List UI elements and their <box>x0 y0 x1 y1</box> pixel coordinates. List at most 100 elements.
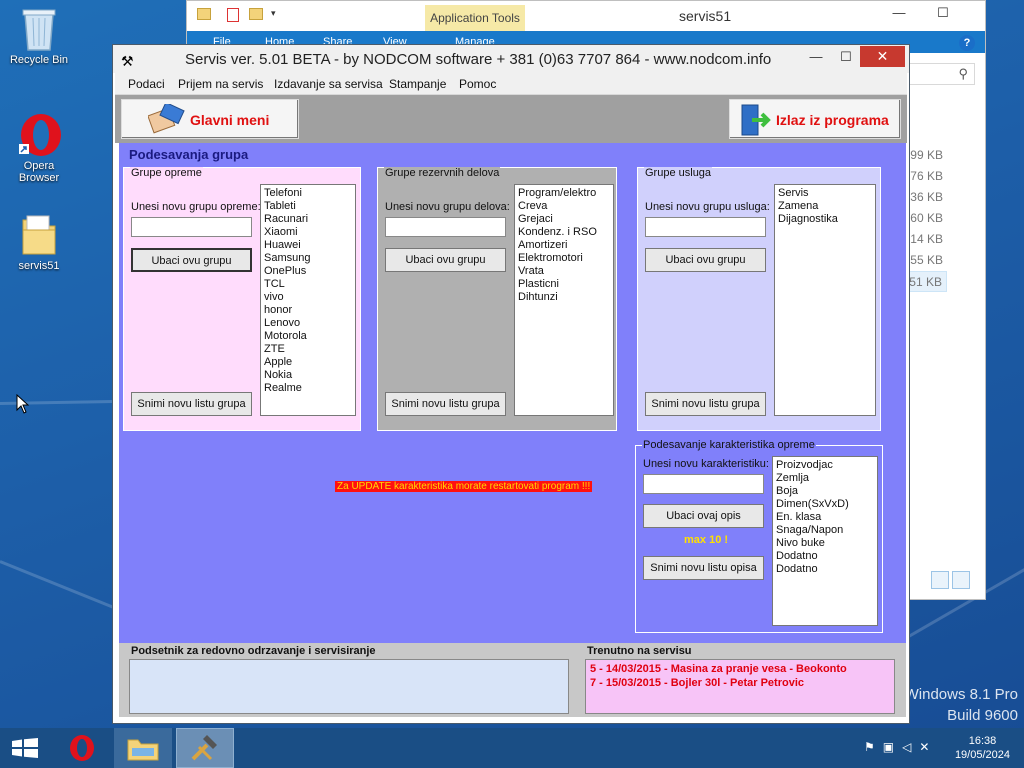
characteristic-input-label: Unesi novu karakteristiku: <box>643 458 769 470</box>
new-folder-icon[interactable] <box>249 8 263 20</box>
menu-podaci[interactable]: Podaci <box>128 77 165 91</box>
list-item[interactable]: Program/elektro <box>518 187 610 200</box>
in-service-title: Trenutno na servisu <box>587 645 692 657</box>
opera-icon <box>19 112 61 156</box>
parts-groups-list[interactable]: Program/elektro Creva Grejaci Kondenz. i… <box>514 184 614 416</box>
characteristics-title: Podesavanje karakteristika opreme <box>642 439 816 451</box>
reminder-list[interactable] <box>129 659 569 714</box>
details-view-icon[interactable] <box>931 571 949 589</box>
list-item[interactable]: Dihtunzi <box>518 291 610 304</box>
close-button[interactable]: ✕ <box>860 46 905 67</box>
insert-parts-group-button[interactable]: Ubaci ovu grupu <box>385 248 506 272</box>
main-menu-button[interactable]: Glavni meni <box>121 99 299 139</box>
equipment-groups-list[interactable]: Telefoni Tableti Racunari Xiaomi Huawei … <box>260 184 356 416</box>
help-icon[interactable]: ? <box>959 35 975 51</box>
list-item[interactable]: Huawei <box>264 239 352 252</box>
exit-program-button[interactable]: Izlaz iz programa <box>729 99 901 139</box>
list-item[interactable]: En. klasa <box>776 511 874 524</box>
menu-prijem[interactable]: Prijem na servis <box>178 77 263 91</box>
clock[interactable]: 16:38 19/05/2024 <box>955 734 1010 762</box>
mouse-cursor-icon <box>16 394 30 414</box>
menu-stampanje[interactable]: Stampanje <box>389 77 446 91</box>
explorer-titlebar[interactable]: ▾ Application Tools servis51 — ☐ <box>187 1 985 32</box>
list-item[interactable]: Nivo buke <box>776 537 874 550</box>
save-service-groups-button[interactable]: Snimi novu listu grupa <box>645 392 766 416</box>
volume-muted-icon[interactable]: ◁✕ <box>902 740 937 754</box>
minimize-button[interactable]: — <box>803 49 829 67</box>
list-item[interactable]: honor <box>264 304 352 317</box>
servis-app-window[interactable]: ⚒ Servis ver. 5.01 BETA - by NODCOM soft… <box>112 44 910 724</box>
list-item[interactable]: Snaga/Napon <box>776 524 874 537</box>
list-item[interactable]: vivo <box>264 291 352 304</box>
list-item[interactable]: Lenovo <box>264 317 352 330</box>
large-icons-view-icon[interactable] <box>952 571 970 589</box>
list-item[interactable]: Telefoni <box>264 187 352 200</box>
list-item[interactable]: Vrata <box>518 265 610 278</box>
servis51-folder-shortcut[interactable]: servis51 <box>4 212 74 272</box>
list-item[interactable]: Zemlja <box>776 472 874 485</box>
insert-characteristic-button[interactable]: Ubaci ovaj opis <box>643 504 764 528</box>
taskbar-opera[interactable] <box>54 728 112 768</box>
save-parts-groups-button[interactable]: Snimi novu listu grupa <box>385 392 506 416</box>
characteristics-list[interactable]: Proizvodjac Zemlja Boja Dimen(SxVxD) En.… <box>772 456 878 626</box>
list-item[interactable]: Grejaci <box>518 213 610 226</box>
chevron-down-icon[interactable]: ▾ <box>271 8 276 19</box>
menu-izdavanje[interactable]: Izdavanje sa servisa <box>274 77 383 91</box>
search-input[interactable]: ⚲ <box>907 63 975 85</box>
properties-icon[interactable] <box>227 8 239 22</box>
list-item[interactable]: Boja <box>776 485 874 498</box>
equipment-group-input[interactable] <box>131 217 252 237</box>
in-service-entry[interactable]: 5 - 14/03/2015 - Masina za pranje vesa -… <box>590 662 890 676</box>
list-item[interactable]: OnePlus <box>264 265 352 278</box>
list-item[interactable]: Servis <box>778 187 872 200</box>
list-item[interactable]: Motorola <box>264 330 352 343</box>
save-equipment-groups-button[interactable]: Snimi novu listu grupa <box>131 392 252 416</box>
list-item[interactable]: Amortizeri <box>518 239 610 252</box>
desktop-icon-label: Opera Browser <box>18 160 60 184</box>
list-item[interactable]: TCL <box>264 278 352 291</box>
list-item[interactable]: Realme <box>264 382 352 395</box>
characteristic-input[interactable] <box>643 474 764 494</box>
list-item[interactable]: Xiaomi <box>264 226 352 239</box>
maximize-button[interactable]: ☐ <box>833 49 859 67</box>
save-characteristics-button[interactable]: Snimi novu listu opisa <box>643 556 764 580</box>
app-titlebar[interactable]: ⚒ Servis ver. 5.01 BETA - by NODCOM soft… <box>113 45 909 73</box>
list-item[interactable]: Nokia <box>264 369 352 382</box>
network-icon[interactable]: ▣ <box>883 740 902 754</box>
minimize-button[interactable]: — <box>879 5 919 23</box>
service-groups-panel: Grupe usluga Unesi novu grupu usluga: Ub… <box>637 167 881 431</box>
maximize-button[interactable]: ☐ <box>923 5 963 23</box>
flag-icon[interactable]: ⚑ <box>864 740 883 754</box>
list-item[interactable]: Zamena <box>778 200 872 213</box>
list-item[interactable]: ZTE <box>264 343 352 356</box>
list-item[interactable]: Proizvodjac <box>776 459 874 472</box>
application-tools-tab[interactable]: Application Tools <box>425 5 525 32</box>
recycle-bin-shortcut[interactable]: Recycle Bin <box>4 6 74 66</box>
opera-shortcut[interactable]: Opera Browser <box>4 112 74 184</box>
taskbar-servis-app[interactable] <box>176 728 234 768</box>
list-item[interactable]: Creva <box>518 200 610 213</box>
list-item[interactable]: Dijagnostika <box>778 213 872 226</box>
menu-pomoc[interactable]: Pomoc <box>459 77 496 91</box>
list-item[interactable]: Dodatno <box>776 550 874 563</box>
list-item[interactable]: Elektromotori <box>518 252 610 265</box>
list-item[interactable]: Dimen(SxVxD) <box>776 498 874 511</box>
in-service-list[interactable]: 5 - 14/03/2015 - Masina za pranje vesa -… <box>585 659 895 714</box>
list-item[interactable]: Dodatno <box>776 563 874 576</box>
taskbar-file-explorer[interactable] <box>114 728 172 768</box>
start-button[interactable] <box>0 728 58 768</box>
insert-equipment-group-button[interactable]: Ubaci ovu grupu <box>131 248 252 272</box>
service-groups-list[interactable]: Servis Zamena Dijagnostika <box>774 184 876 416</box>
insert-service-group-button[interactable]: Ubaci ovu grupu <box>645 248 766 272</box>
windows-logo-icon <box>12 738 38 758</box>
list-item[interactable]: Racunari <box>264 213 352 226</box>
service-group-input[interactable] <box>645 217 766 237</box>
list-item[interactable]: Apple <box>264 356 352 369</box>
list-item[interactable]: Kondenz. i RSO <box>518 226 610 239</box>
folder-icon <box>127 739 159 761</box>
list-item[interactable]: Plasticni <box>518 278 610 291</box>
parts-group-input[interactable] <box>385 217 506 237</box>
list-item[interactable]: Tableti <box>264 200 352 213</box>
in-service-entry[interactable]: 7 - 15/03/2015 - Bojler 30l - Petar Petr… <box>590 676 890 690</box>
list-item[interactable]: Samsung <box>264 252 352 265</box>
